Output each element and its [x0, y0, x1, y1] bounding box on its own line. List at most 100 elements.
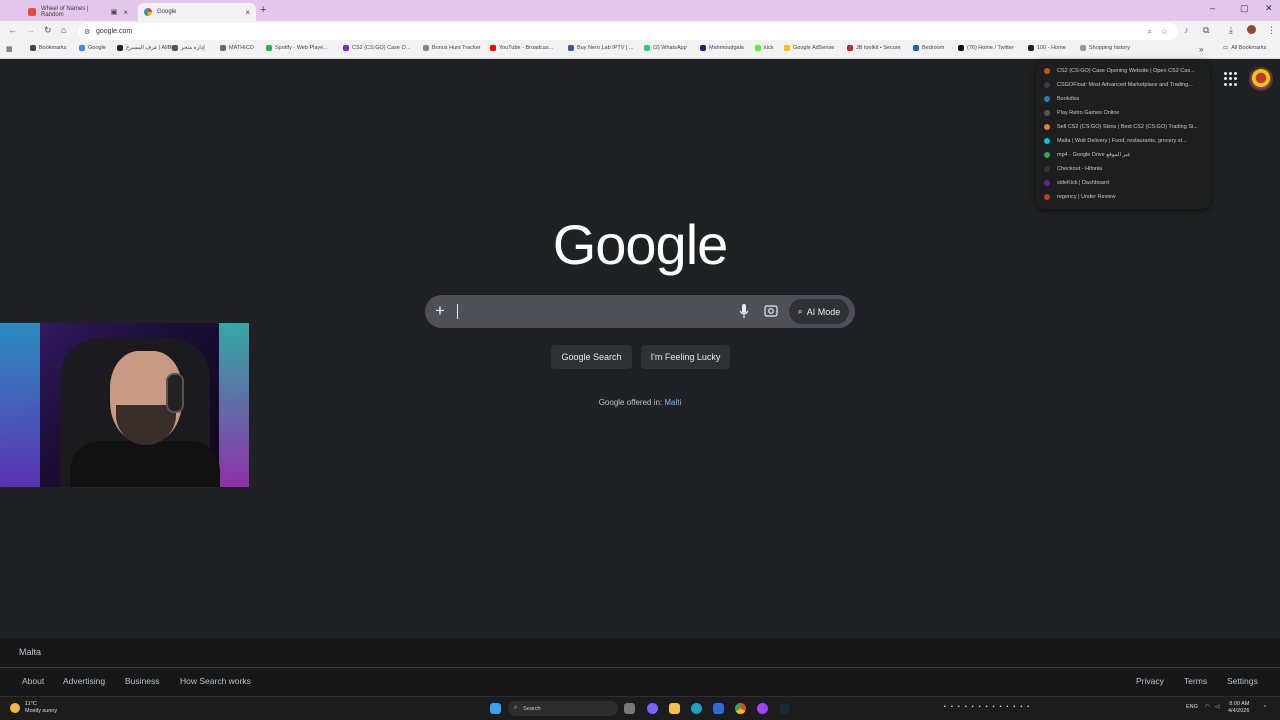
- bookmark-item[interactable]: Mahmoudgala: [700, 45, 744, 51]
- tray-icons[interactable]: ▪▪▪▪▪▪▪▪▪▪▪▪▪: [944, 704, 1034, 710]
- microphone-icon[interactable]: [739, 303, 749, 319]
- overflow-bookmark-item[interactable]: Bookdiss: [1036, 92, 1210, 106]
- overflow-bookmark-label: Sell CS2 (CS:GO) Skins | Best CS2 (CS:GO…: [1057, 124, 1198, 130]
- bookmark-item[interactable]: 100 - Home: [1028, 45, 1066, 51]
- clock[interactable]: 8:00 AM 4/4/2026: [1228, 701, 1249, 715]
- minimize-icon[interactable]: –: [1210, 3, 1215, 13]
- file-explorer-icon[interactable]: [669, 703, 680, 714]
- bookmark-item[interactable]: غرف المسرح | AllBi...: [117, 45, 177, 51]
- task-view-icon[interactable]: [624, 703, 635, 714]
- footer-link-business[interactable]: Business: [125, 676, 160, 686]
- bookmark-item[interactable]: kick: [755, 45, 773, 51]
- bookmark-label: kick: [764, 45, 774, 51]
- bookmarks-overflow-icon[interactable]: »: [1199, 45, 1203, 54]
- tab-wheel-of-names[interactable]: Wheel of Names | Random ▣ ×: [22, 3, 134, 21]
- footer-link-terms[interactable]: Terms: [1184, 676, 1207, 686]
- feeling-lucky-button[interactable]: I'm Feeling Lucky: [641, 345, 730, 369]
- bookmark-favicon-icon: [1044, 68, 1050, 74]
- bookmark-item[interactable]: YouTube - Broadcas...: [490, 45, 553, 51]
- bookmark-favicon-icon: [343, 45, 349, 51]
- store-icon[interactable]: [713, 703, 724, 714]
- google-search-button[interactable]: Google Search: [551, 345, 632, 369]
- new-tab-button[interactable]: +: [260, 4, 266, 16]
- taskbar-search[interactable]: ⌕ Search: [508, 701, 618, 716]
- bookmark-item[interactable]: Bonus Hunt Tracker: [423, 45, 481, 51]
- overflow-bookmark-item[interactable]: Play Retro Games Online: [1036, 106, 1210, 120]
- overflow-bookmark-item[interactable]: mp4 - Google Drive عبر الموقع: [1036, 148, 1210, 162]
- camera-lens-icon[interactable]: [764, 304, 778, 318]
- weather-widget[interactable]: 11°C Mostly sunny: [10, 701, 57, 715]
- forward-icon[interactable]: →: [26, 25, 35, 35]
- all-bookmarks[interactable]: ▭ All Bookmarks: [1223, 45, 1266, 51]
- media-control-icon[interactable]: ♪: [1184, 25, 1189, 35]
- maximize-icon[interactable]: ▢: [1240, 3, 1249, 14]
- google-apps-icon[interactable]: [1224, 72, 1238, 86]
- overflow-bookmark-item[interactable]: Malta | Wolt Delivery | Food, restaurant…: [1036, 134, 1210, 148]
- tab-google[interactable]: Google ×: [138, 3, 256, 21]
- footer-link-about[interactable]: About: [22, 676, 44, 686]
- bookmark-item[interactable]: Bookmarks: [30, 45, 67, 51]
- download-icon[interactable]: ⤓: [1229, 25, 1233, 36]
- footer-link-advertising[interactable]: Advertising: [63, 676, 105, 686]
- account-avatar[interactable]: [1249, 67, 1273, 91]
- plus-icon[interactable]: +: [435, 301, 445, 321]
- home-icon[interactable]: ⌂: [61, 25, 66, 35]
- zoom-icon[interactable]: ⌕: [1148, 27, 1152, 37]
- profile-avatar[interactable]: [1247, 25, 1256, 34]
- malti-language-link[interactable]: Malti: [664, 398, 681, 407]
- bookmark-favicon-icon: [784, 45, 790, 51]
- bookmark-item[interactable]: CS2 (CS:GO) Case O...: [343, 45, 410, 51]
- overflow-bookmark-item[interactable]: CS2 (CS:GO) Case Opening Website | Open …: [1036, 64, 1210, 78]
- bookmark-label: إدارة متجر: [181, 45, 205, 51]
- steam-icon[interactable]: [779, 703, 790, 714]
- bookmark-item[interactable]: Buy Nero Lab IPTV | ...: [568, 45, 633, 51]
- site-info-icon[interactable]: ⚙: [84, 28, 90, 36]
- windows-start-icon[interactable]: [490, 703, 501, 714]
- search-input[interactable]: [457, 304, 458, 319]
- edge-icon[interactable]: [691, 703, 702, 714]
- folder-icon: ▭: [1223, 45, 1229, 51]
- wifi-icon[interactable]: ◠: [1205, 704, 1210, 710]
- windows-taskbar: 11°C Mostly sunny ⌕ Search ▪▪▪▪▪▪▪▪▪▪▪▪▪…: [0, 696, 1280, 720]
- language-indicator[interactable]: ENG: [1186, 704, 1198, 710]
- bookmark-item[interactable]: Spotify - Web Playe...: [266, 45, 328, 51]
- time: 8:00 AM: [1229, 701, 1250, 707]
- footer-link-how-search-works[interactable]: How Search works: [180, 676, 251, 686]
- bookmark-item[interactable]: Shopping history: [1080, 45, 1130, 51]
- close-tab-icon[interactable]: ×: [123, 8, 128, 17]
- notification-icon[interactable]: ◔: [1263, 704, 1266, 710]
- bookmark-favicon-icon: [847, 45, 853, 51]
- close-tab-icon[interactable]: ×: [245, 8, 250, 17]
- bookmark-item[interactable]: (76) Home / Twitter: [958, 45, 1014, 51]
- overflow-bookmark-item[interactable]: sideKick | Dashboard: [1036, 176, 1210, 190]
- bookmark-item[interactable]: Bedroom: [913, 45, 944, 51]
- menu-icon[interactable]: ⋮: [1267, 25, 1276, 36]
- bookmark-item[interactable]: Google: [79, 45, 106, 51]
- reload-icon[interactable]: ↻: [44, 25, 52, 36]
- apps-grid-icon[interactable]: ▦: [6, 45, 13, 53]
- footer-link-settings[interactable]: Settings: [1227, 676, 1258, 686]
- bookmark-item[interactable]: MATHICO: [220, 45, 254, 51]
- search-box[interactable]: + ⌕ AI Mode: [425, 295, 855, 328]
- overflow-bookmark-item[interactable]: Sell CS2 (CS:GO) Skins | Best CS2 (CS:GO…: [1036, 120, 1210, 134]
- volume-icon[interactable]: ◁: [1215, 704, 1219, 710]
- bookmark-star-icon[interactable]: ☆: [1161, 27, 1168, 36]
- chrome-icon[interactable]: [735, 703, 746, 714]
- overflow-bookmark-item[interactable]: regency | Under Review: [1036, 190, 1210, 204]
- bookmark-item[interactable]: (2) WhatsApp: [644, 45, 687, 51]
- back-icon[interactable]: ←: [8, 25, 17, 35]
- browser-toolbar: ← → ↻ ⌂ ⚙ google.com ⌕ ☆ ♪ ⧉ ⤓ ⋮: [0, 21, 1280, 42]
- extensions-icon[interactable]: ⧉: [1203, 25, 1209, 36]
- overflow-bookmark-item[interactable]: CSGOFloat: Most Advanced Marketplace and…: [1036, 78, 1210, 92]
- close-icon[interactable]: ✕: [1265, 3, 1273, 14]
- bookmark-label: JB toolkit • Secure: [856, 45, 901, 51]
- overflow-bookmark-item[interactable]: Checkout - Hifonia: [1036, 162, 1210, 176]
- bookmark-item[interactable]: Google AdSense: [784, 45, 834, 51]
- bookmark-item[interactable]: إدارة متجر: [172, 45, 205, 51]
- address-bar[interactable]: ⚙ google.com ⌕ ☆: [78, 23, 1178, 40]
- ai-mode-button[interactable]: ⌕ AI Mode: [789, 299, 849, 324]
- footer-link-privacy[interactable]: Privacy: [1136, 676, 1164, 686]
- bookmark-item[interactable]: JB toolkit • Secure: [847, 45, 901, 51]
- messenger-icon[interactable]: [757, 703, 768, 714]
- copilot-icon[interactable]: [647, 703, 658, 714]
